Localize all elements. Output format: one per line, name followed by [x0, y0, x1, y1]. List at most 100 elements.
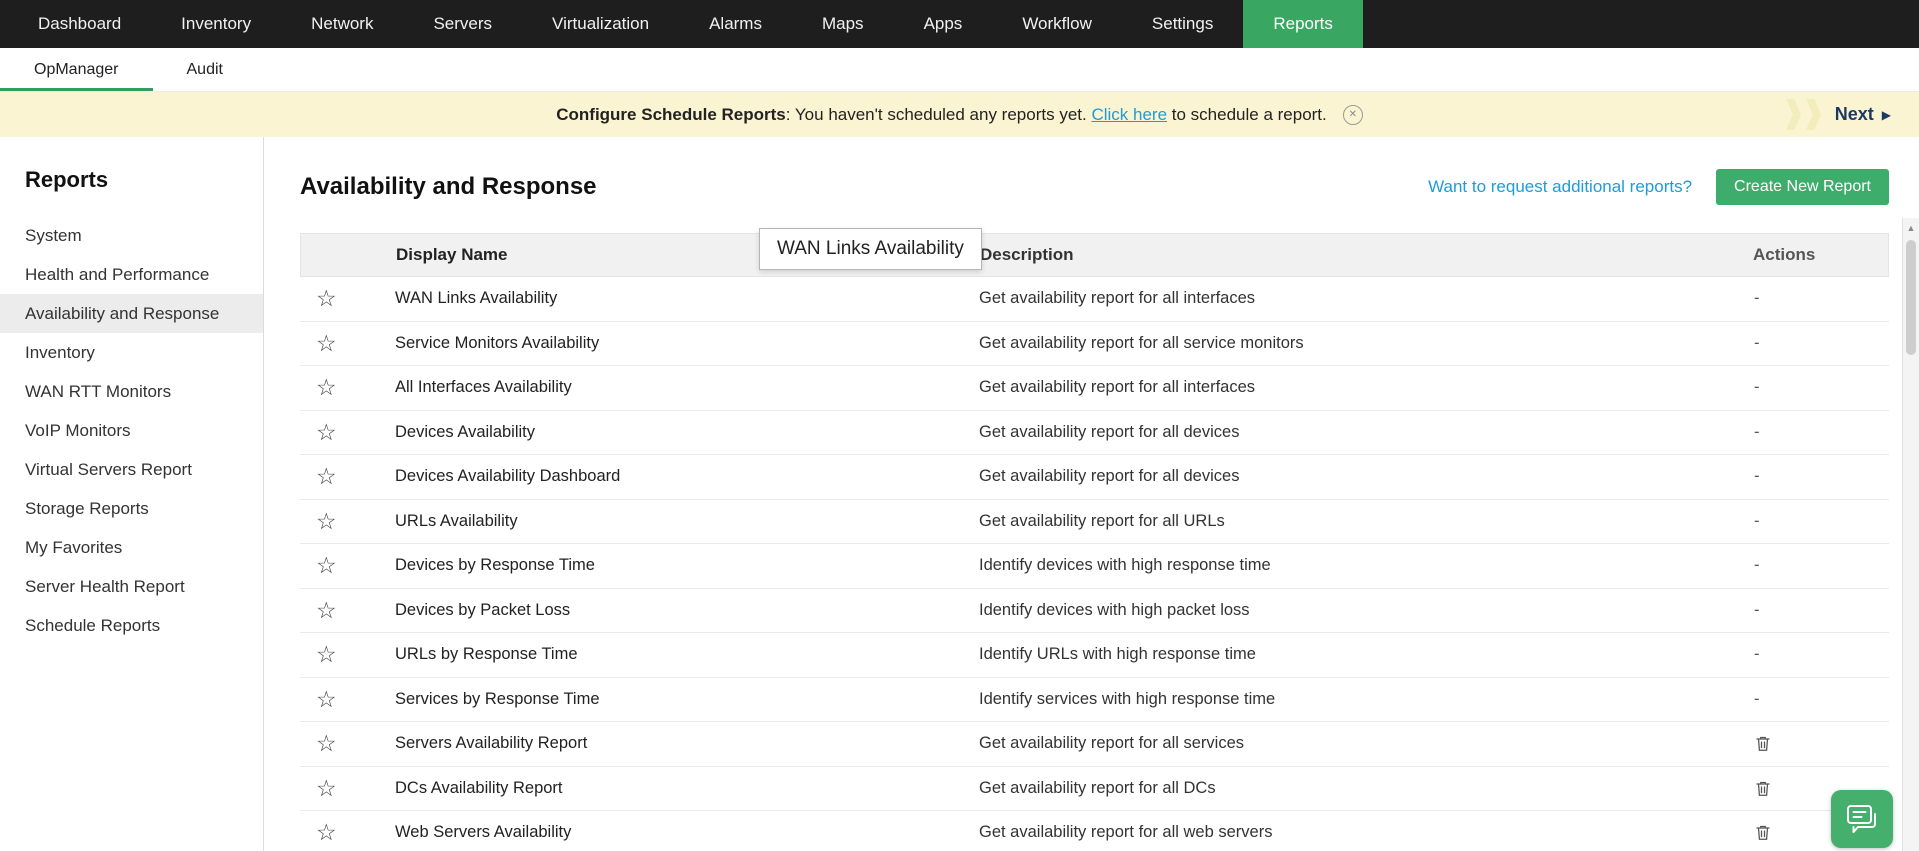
sidebar-item-storage-reports[interactable]: Storage Reports: [0, 489, 263, 528]
next-label: Next: [1835, 104, 1874, 125]
favorite-star-icon[interactable]: ☆: [300, 510, 395, 533]
report-description: Get availability report for all devices: [979, 467, 1729, 486]
report-actions-cell: -: [1729, 556, 1889, 575]
report-name-link[interactable]: Devices Availability: [395, 423, 979, 442]
table-row: ☆DCs Availability ReportGet availability…: [300, 767, 1889, 812]
favorite-star-icon[interactable]: ☆: [300, 287, 395, 310]
banner-click-here-link[interactable]: Click here: [1091, 105, 1167, 124]
sidebar-item-wan-rtt-monitors[interactable]: WAN RTT Monitors: [0, 372, 263, 411]
nav-item-reports[interactable]: Reports: [1243, 0, 1363, 48]
sidebar-item-availability-and-response[interactable]: Availability and Response: [0, 294, 263, 333]
report-name-link[interactable]: Devices Availability Dashboard: [395, 467, 979, 486]
favorite-star-icon[interactable]: ☆: [300, 376, 395, 399]
banner-title: Configure Schedule Reports: [556, 105, 786, 124]
nav-item-virtualization[interactable]: Virtualization: [522, 0, 679, 48]
sidebar-item-schedule-reports[interactable]: Schedule Reports: [0, 606, 263, 645]
report-name-link[interactable]: Devices by Response Time: [395, 556, 979, 575]
page-title: Availability and Response: [300, 173, 597, 201]
trash-icon[interactable]: [1754, 734, 1772, 753]
report-name-link[interactable]: WAN Links Availability: [395, 289, 979, 308]
report-description: Get availability report for all DCs: [979, 779, 1729, 798]
column-header-description: Description: [980, 245, 1728, 265]
next-arrow-icon: ▶: [1882, 108, 1891, 122]
no-action-dash: -: [1754, 423, 1760, 442]
favorite-star-icon[interactable]: ☆: [300, 599, 395, 622]
nav-item-workflow[interactable]: Workflow: [992, 0, 1122, 48]
no-action-dash: -: [1754, 601, 1760, 620]
no-action-dash: -: [1754, 690, 1760, 709]
table-row: ☆WAN Links AvailabilityGet availability …: [300, 277, 1889, 322]
sidebar-item-voip-monitors[interactable]: VoIP Monitors: [0, 411, 263, 450]
nav-item-dashboard[interactable]: Dashboard: [8, 0, 151, 48]
favorite-star-icon[interactable]: ☆: [300, 332, 395, 355]
tab-audit[interactable]: Audit: [153, 48, 257, 91]
trash-icon[interactable]: [1754, 823, 1772, 842]
nav-item-settings[interactable]: Settings: [1122, 0, 1243, 48]
tab-opmanager[interactable]: OpManager: [0, 48, 153, 91]
schedule-reports-banner: Configure Schedule Reports: You haven't …: [0, 92, 1919, 137]
nav-item-maps[interactable]: Maps: [792, 0, 894, 48]
report-actions-cell: -: [1729, 690, 1889, 709]
sidebar-item-inventory[interactable]: Inventory: [0, 333, 263, 372]
favorite-star-icon[interactable]: ☆: [300, 643, 395, 666]
favorite-star-icon[interactable]: ☆: [300, 554, 395, 577]
report-description: Identify URLs with high response time: [979, 645, 1729, 664]
no-action-dash: -: [1754, 467, 1760, 486]
favorite-star-icon[interactable]: ☆: [300, 732, 395, 755]
table-header-row: Display Name Description Actions: [300, 233, 1889, 277]
table-row: ☆Web Servers AvailabilityGet availabilit…: [300, 811, 1889, 851]
dragged-report-chip[interactable]: WAN Links Availability: [759, 228, 982, 270]
report-actions-cell: -: [1729, 467, 1889, 486]
banner-text-1: : You haven't scheduled any reports yet.: [786, 105, 1092, 124]
report-description: Get availability report for all web serv…: [979, 823, 1729, 842]
report-name-link[interactable]: Services by Response Time: [395, 690, 979, 709]
table-row: ☆Devices by Response TimeIdentify device…: [300, 544, 1889, 589]
report-name-link[interactable]: DCs Availability Report: [395, 779, 979, 798]
report-name-link[interactable]: URLs Availability: [395, 512, 979, 531]
favorite-star-icon[interactable]: ☆: [300, 688, 395, 711]
nav-item-apps[interactable]: Apps: [894, 0, 993, 48]
favorite-star-icon[interactable]: ☆: [300, 777, 395, 800]
banner-chevron-decoration: [1786, 99, 1821, 130]
scrollbar-thumb[interactable]: [1906, 240, 1916, 355]
report-name-link[interactable]: Web Servers Availability: [395, 823, 979, 842]
nav-item-network[interactable]: Network: [281, 0, 403, 48]
scrollbar-up-arrow-icon[interactable]: ▲: [1903, 218, 1919, 238]
report-name-link[interactable]: Service Monitors Availability: [395, 334, 979, 353]
report-name-link[interactable]: Devices by Packet Loss: [395, 601, 979, 620]
sidebar-item-my-favorites[interactable]: My Favorites: [0, 528, 263, 567]
chat-feedback-button[interactable]: [1831, 790, 1893, 848]
report-name-link[interactable]: Servers Availability Report: [395, 734, 979, 753]
report-actions-cell: -: [1729, 645, 1889, 664]
sidebar-item-system[interactable]: System: [0, 216, 263, 255]
no-action-dash: -: [1754, 556, 1760, 575]
sidebar-item-server-health-report[interactable]: Server Health Report: [0, 567, 263, 606]
table-row: ☆URLs AvailabilityGet availability repor…: [300, 500, 1889, 545]
nav-item-inventory[interactable]: Inventory: [151, 0, 281, 48]
report-name-link[interactable]: All Interfaces Availability: [395, 378, 979, 397]
banner-close-icon[interactable]: ✕: [1343, 105, 1363, 125]
trash-icon[interactable]: [1754, 779, 1772, 798]
nav-item-servers[interactable]: Servers: [403, 0, 522, 48]
sidebar-item-health-and-performance[interactable]: Health and Performance: [0, 255, 263, 294]
main-header: Availability and Response Want to reques…: [300, 169, 1889, 205]
report-description: Identify services with high response tim…: [979, 690, 1729, 709]
top-navigation: DashboardInventoryNetworkServersVirtuali…: [0, 0, 1919, 48]
nav-item-alarms[interactable]: Alarms: [679, 0, 792, 48]
sidebar-item-virtual-servers-report[interactable]: Virtual Servers Report: [0, 450, 263, 489]
sidebar-title: Reports: [0, 167, 263, 193]
banner-message: Configure Schedule Reports: You haven't …: [556, 105, 1327, 125]
request-additional-reports-link[interactable]: Want to request additional reports?: [1428, 177, 1692, 197]
no-action-dash: -: [1754, 512, 1760, 531]
create-new-report-button[interactable]: Create New Report: [1716, 169, 1889, 205]
favorite-star-icon[interactable]: ☆: [300, 821, 395, 844]
no-action-dash: -: [1754, 378, 1760, 397]
reports-sidebar: Reports SystemHealth and PerformanceAvai…: [0, 137, 264, 851]
report-actions-cell: -: [1729, 601, 1889, 620]
favorite-star-icon[interactable]: ☆: [300, 465, 395, 488]
next-button[interactable]: Next ▶: [1835, 104, 1891, 125]
report-name-link[interactable]: URLs by Response Time: [395, 645, 979, 664]
report-description: Get availability report for all interfac…: [979, 378, 1729, 397]
favorite-star-icon[interactable]: ☆: [300, 421, 395, 444]
vertical-scrollbar[interactable]: ▲: [1902, 218, 1919, 851]
